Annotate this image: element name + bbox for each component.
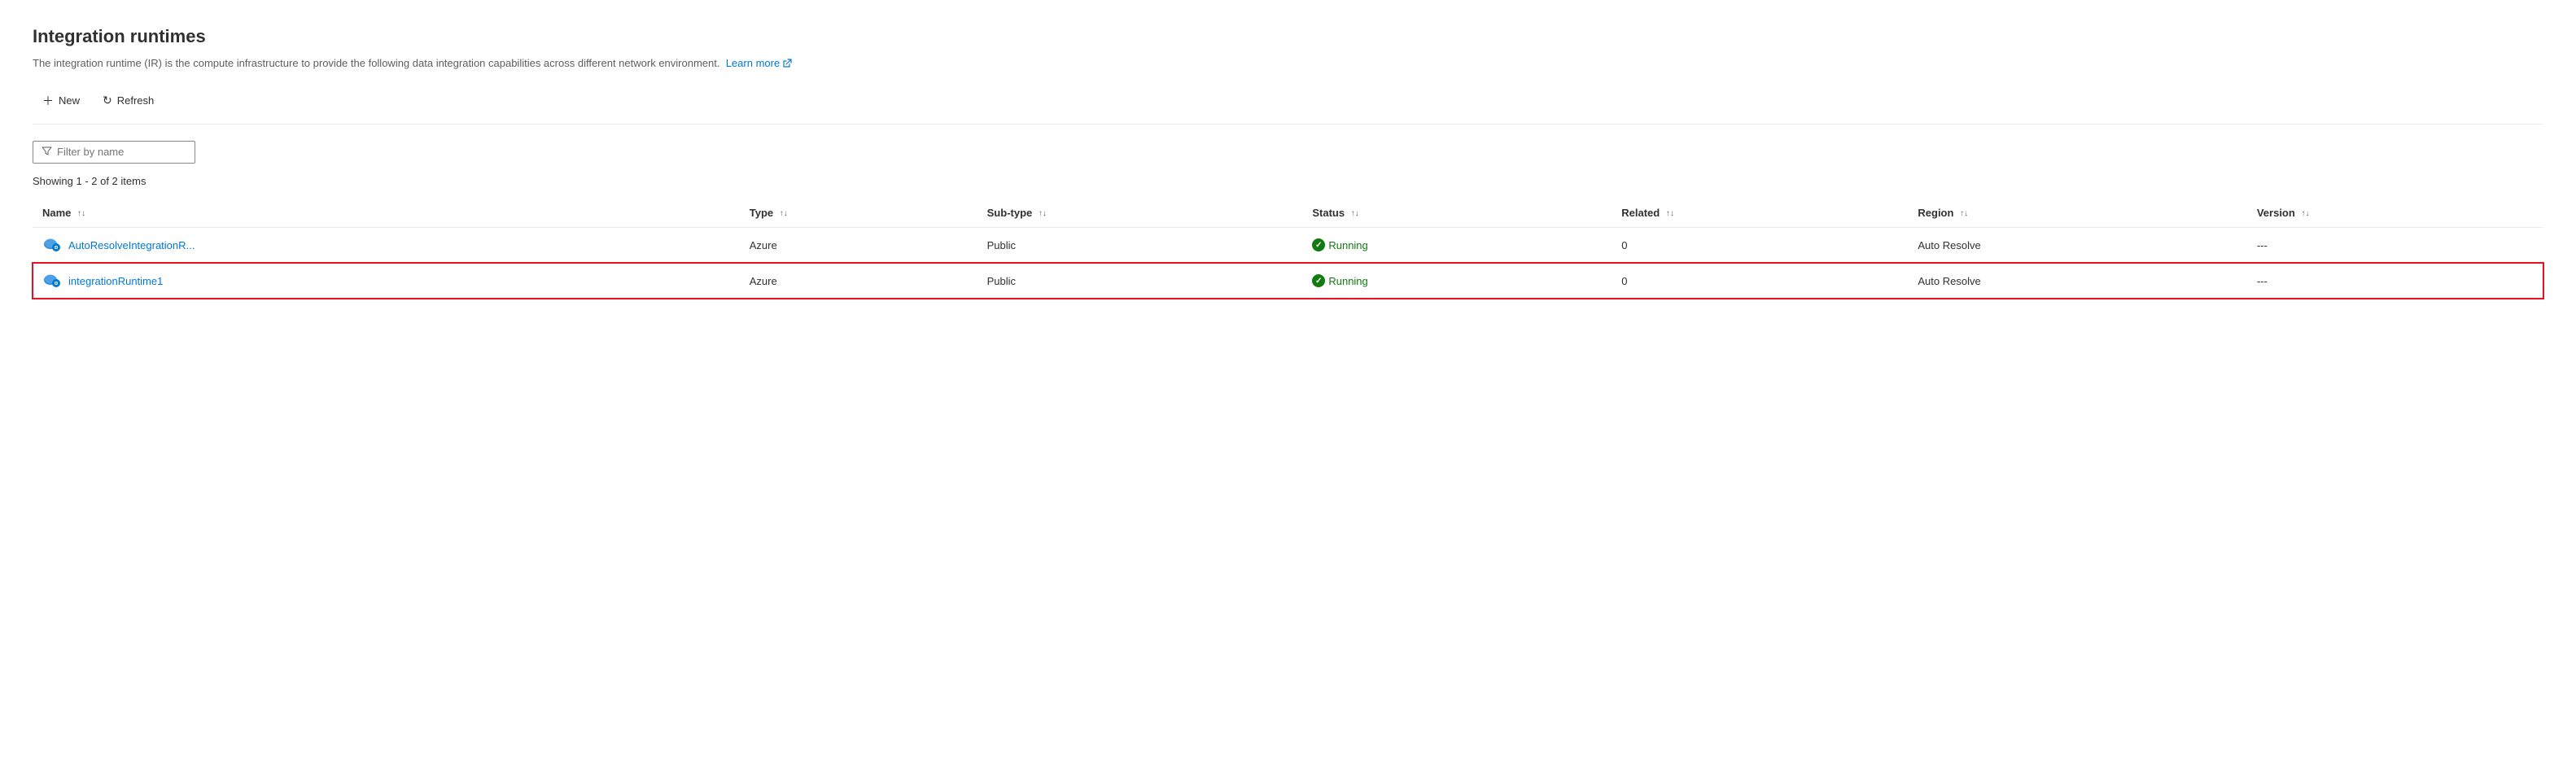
status-text: Running <box>1328 239 1367 251</box>
status-check-icon <box>1312 274 1325 287</box>
cell-type: Azure <box>740 263 977 299</box>
sort-icon-version: ↑↓ <box>2301 209 2309 218</box>
ir-name-link[interactable]: integrationRuntime1 <box>68 275 163 287</box>
filter-input[interactable] <box>57 146 186 158</box>
new-button[interactable]: ＋ New <box>33 88 90 114</box>
toolbar: ＋ New ↻ Refresh <box>33 88 2543 125</box>
col-header-status[interactable]: Status ↑↓ <box>1302 199 1612 228</box>
sort-icon-status: ↑↓ <box>1351 209 1359 218</box>
refresh-button-label: Refresh <box>117 94 155 107</box>
sort-icon-name: ↑↓ <box>77 209 85 218</box>
table-header-row: Name ↑↓ Type ↑↓ Sub-type ↑↓ Status ↑↓ Re… <box>33 199 2543 228</box>
cell-related: 0 <box>1612 227 1908 263</box>
plus-icon: ＋ <box>42 93 54 109</box>
filter-input-wrapper[interactable] <box>33 141 195 164</box>
refresh-button[interactable]: ↻ Refresh <box>93 89 164 112</box>
table-row[interactable]: integrationRuntime1 AzurePublic Running 0Au… <box>33 263 2543 299</box>
external-link-icon <box>782 59 792 68</box>
cell-name: AutoResolveIntegrationR... <box>33 227 740 263</box>
ir-icon <box>42 272 62 291</box>
cell-version: --- <box>2247 263 2543 299</box>
sort-icon-type: ↑↓ <box>780 209 788 218</box>
col-header-name[interactable]: Name ↑↓ <box>33 199 740 228</box>
status-check-icon <box>1312 238 1325 251</box>
page-description: The integration runtime (IR) is the comp… <box>33 55 2543 72</box>
new-button-label: New <box>59 94 80 107</box>
sort-icon-subtype: ↑↓ <box>1039 209 1047 218</box>
cell-subtype: Public <box>977 263 1303 299</box>
table-row[interactable]: AutoResolveIntegrationR... AzurePublic Run… <box>33 227 2543 263</box>
cell-version: --- <box>2247 227 2543 263</box>
cell-status: Running <box>1302 263 1612 299</box>
showing-text: Showing 1 - 2 of 2 items <box>33 175 2543 187</box>
col-header-region[interactable]: Region ↑↓ <box>1908 199 2246 228</box>
cell-type: Azure <box>740 227 977 263</box>
filter-icon <box>42 146 52 159</box>
ir-name-link[interactable]: AutoResolveIntegrationR... <box>68 239 195 251</box>
learn-more-link[interactable]: Learn more <box>726 55 792 72</box>
page-title: Integration runtimes <box>33 26 2543 47</box>
filter-container <box>33 141 2543 164</box>
cell-subtype: Public <box>977 227 1303 263</box>
col-header-type[interactable]: Type ↑↓ <box>740 199 977 228</box>
col-header-subtype[interactable]: Sub-type ↑↓ <box>977 199 1303 228</box>
cell-related: 0 <box>1612 263 1908 299</box>
sort-icon-region: ↑↓ <box>1960 209 1968 218</box>
sort-icon-related: ↑↓ <box>1666 209 1674 218</box>
cell-status: Running <box>1302 227 1612 263</box>
cell-name: integrationRuntime1 <box>33 263 740 299</box>
col-header-version[interactable]: Version ↑↓ <box>2247 199 2543 228</box>
status-text: Running <box>1328 275 1367 287</box>
refresh-icon: ↻ <box>103 94 112 107</box>
ir-icon <box>42 236 62 255</box>
integration-runtimes-table: Name ↑↓ Type ↑↓ Sub-type ↑↓ Status ↑↓ Re… <box>33 199 2543 299</box>
cell-region: Auto Resolve <box>1908 227 2246 263</box>
cell-region: Auto Resolve <box>1908 263 2246 299</box>
table-body: AutoResolveIntegrationR... AzurePublic Run… <box>33 227 2543 299</box>
col-header-related[interactable]: Related ↑↓ <box>1612 199 1908 228</box>
table-header: Name ↑↓ Type ↑↓ Sub-type ↑↓ Status ↑↓ Re… <box>33 199 2543 228</box>
